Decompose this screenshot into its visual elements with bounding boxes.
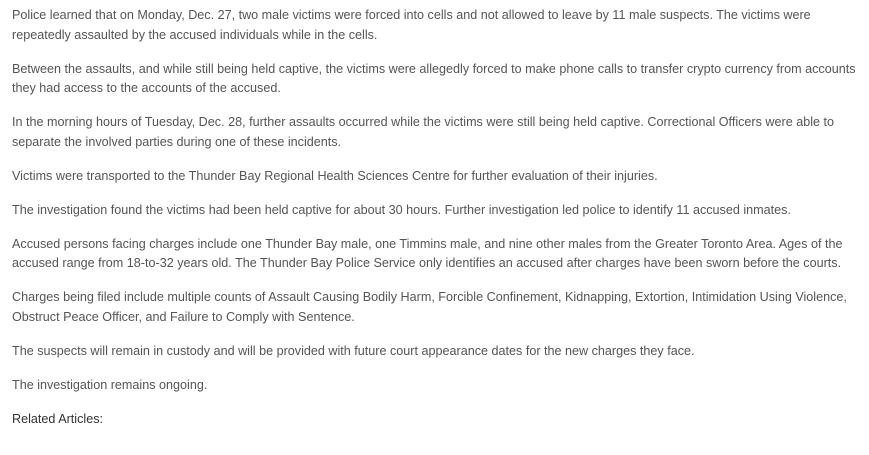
article-paragraph: Police learned that on Monday, Dec. 27, … bbox=[12, 8, 811, 42]
article-paragraph: The investigation remains ongoing. bbox=[12, 377, 208, 392]
article-paragraph: In the morning hours of Tuesday, Dec. 28… bbox=[12, 115, 835, 149]
article-paragraph: Between the assaults, and while still be… bbox=[12, 61, 856, 96]
article-paragraph: The investigation found the victims had … bbox=[12, 202, 791, 217]
article-paragraph: The suspects will remain in custody and … bbox=[12, 343, 695, 358]
article-paragraph: Victims were transported to the Thunder … bbox=[12, 168, 658, 183]
article-paragraph: Charges being filed include multiple cou… bbox=[12, 290, 847, 324]
article-paragraph: Accused persons facing charges include o… bbox=[12, 236, 843, 271]
related-articles-heading: Related Articles: bbox=[12, 411, 103, 426]
article-body: Police learned that on Monday, Dec. 27, … bbox=[12, 6, 857, 444]
